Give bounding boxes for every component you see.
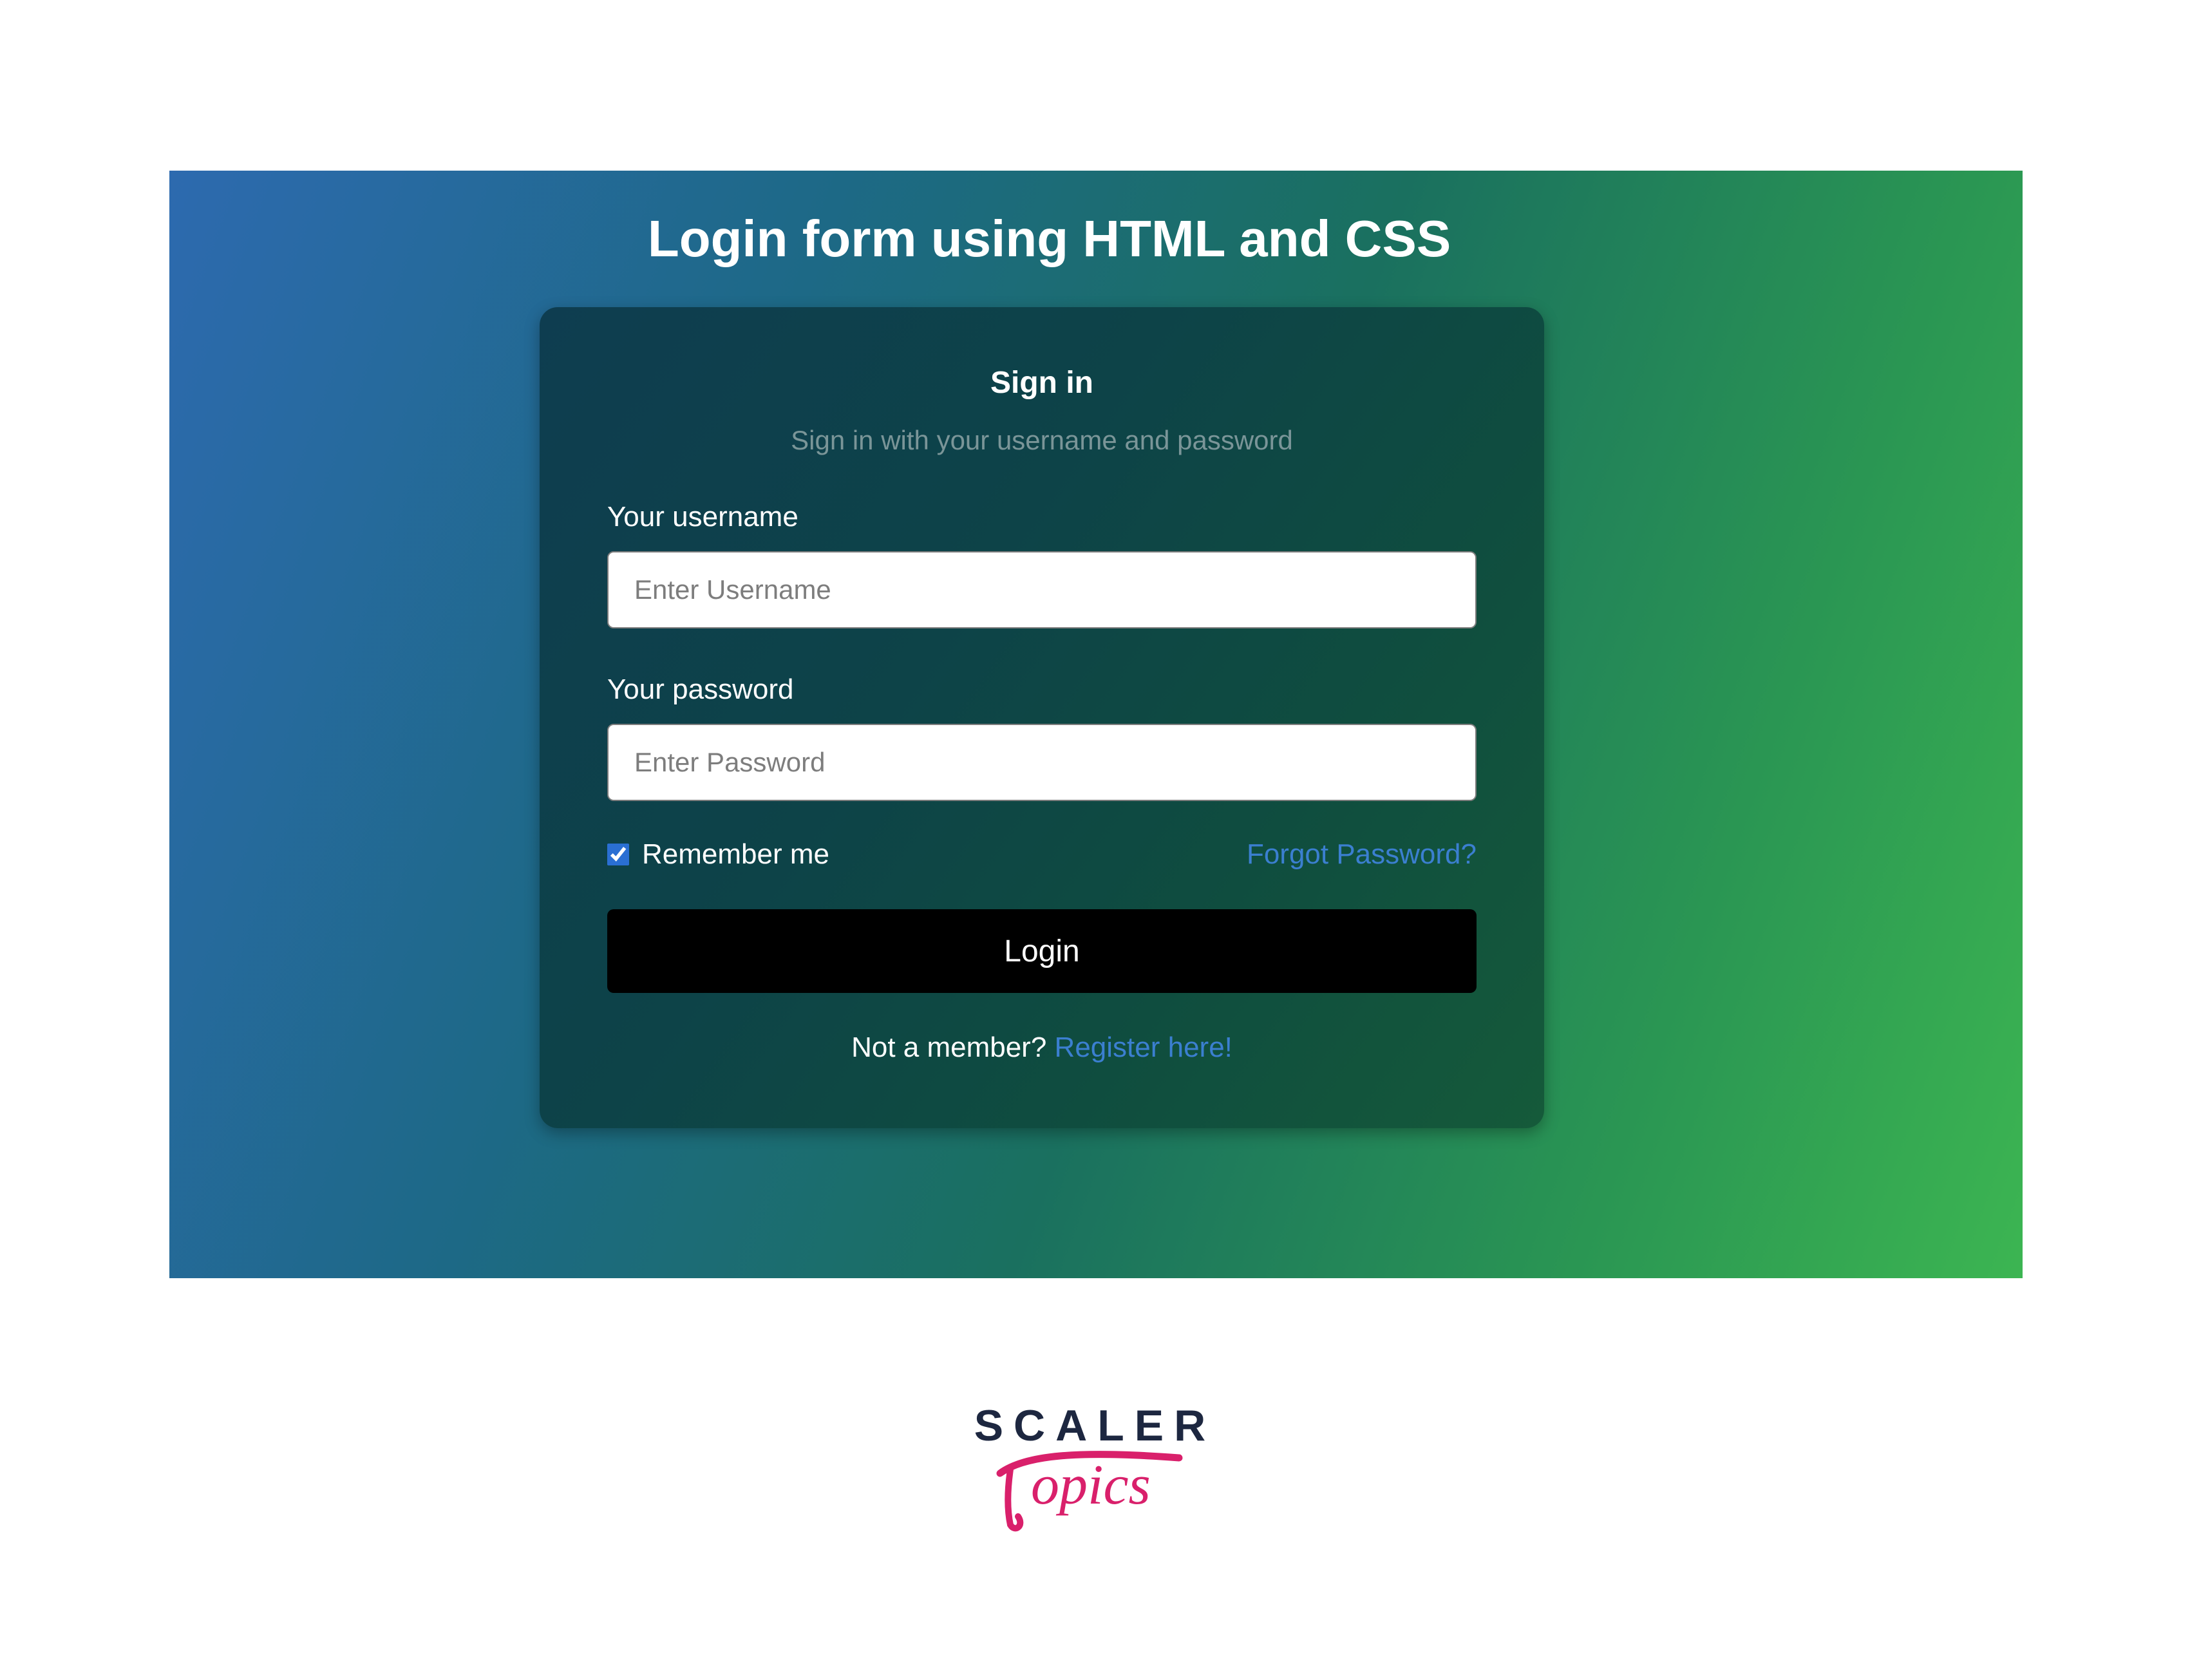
login-button[interactable]: Login (607, 909, 1477, 993)
password-input[interactable] (607, 724, 1477, 801)
brand-line1: SCALER (0, 1404, 2190, 1448)
register-row: Not a member? Register here! (607, 1032, 1477, 1064)
brand-topics-icon: opics (992, 1442, 1198, 1539)
password-label: Your password (607, 674, 1477, 706)
forgot-password-link[interactable]: Forgot Password? (1247, 838, 1477, 871)
login-card: Sign in Sign in with your username and p… (540, 307, 1544, 1128)
svg-text:opics: opics (1031, 1454, 1151, 1516)
register-link[interactable]: Register here! (1055, 1032, 1232, 1063)
card-subheading: Sign in with your username and password (607, 425, 1477, 456)
page-background: Login form using HTML and CSS Sign in Si… (169, 171, 2023, 1278)
remember-group: Remember me (607, 838, 829, 871)
remember-forgot-row: Remember me Forgot Password? (607, 838, 1477, 871)
remember-checkbox[interactable] (607, 844, 629, 865)
register-prompt: Not a member? (851, 1032, 1054, 1063)
brand-logo: SCALER opics (0, 1404, 2190, 1539)
card-heading: Sign in (607, 365, 1477, 401)
page-title: Login form using HTML and CSS (76, 209, 2023, 269)
username-group: Your username (607, 501, 1477, 628)
username-input[interactable] (607, 551, 1477, 628)
password-group: Your password (607, 674, 1477, 801)
username-label: Your username (607, 501, 1477, 533)
remember-label: Remember me (642, 838, 829, 871)
